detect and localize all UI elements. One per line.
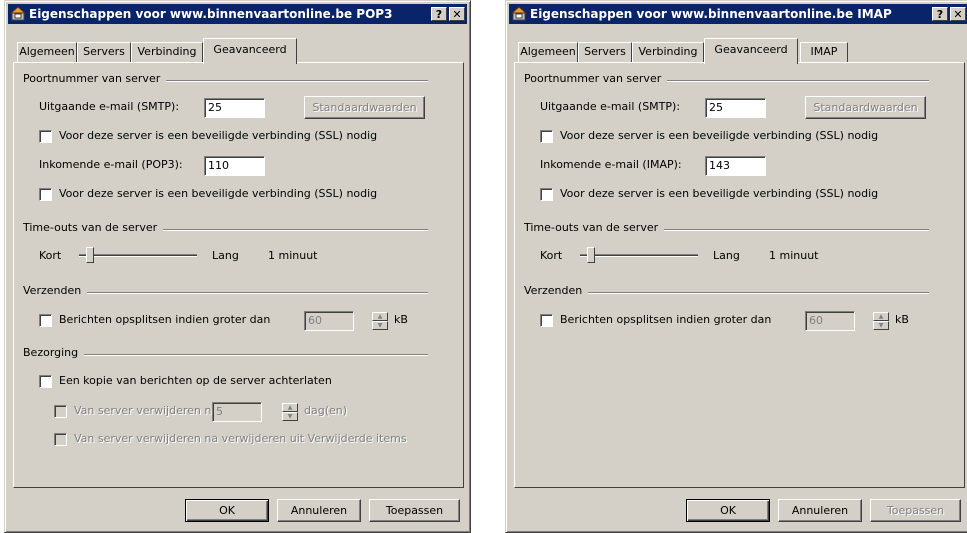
help-icon[interactable]: ? <box>431 7 447 21</box>
tab-servers[interactable]: Servers <box>77 42 131 62</box>
ssl-incoming-checkbox[interactable] <box>540 188 553 201</box>
send-group-label: Verzenden <box>23 284 88 297</box>
tab-verbinding[interactable]: Verbinding <box>131 42 203 62</box>
timeout-group-label: Time-outs van de server <box>23 221 164 234</box>
timeout-group-label: Time-outs van de server <box>524 221 665 234</box>
split-checkbox[interactable] <box>39 314 52 327</box>
ssl-incoming-label: Voor deze server is een beveiligde verbi… <box>59 187 378 200</box>
split-label: Berichten opsplitsen indien groter dan <box>560 313 772 326</box>
port-group-label: Poortnummer van server <box>524 72 668 85</box>
split-size-input[interactable]: 60 <box>805 311 855 331</box>
close-icon[interactable]: ✕ <box>950 7 966 21</box>
title-bar: Eigenschappen voor www.binnenvaartonline… <box>8 4 467 24</box>
timeout-slider-thumb[interactable] <box>86 247 94 263</box>
incoming-port-input[interactable]: 110 <box>204 156 265 176</box>
remove-after-input[interactable]: 5 <box>212 402 262 422</box>
timeout-slider-track <box>580 254 698 257</box>
remove-deleted-checkbox[interactable] <box>54 433 67 446</box>
timeout-short-label: Kort <box>39 249 62 262</box>
ssl-incoming-checkbox[interactable] <box>39 188 52 201</box>
ssl-smtp-label: Voor deze server is een beveiligde verbi… <box>59 129 378 142</box>
imap-properties-dialog: Eigenschappen voor www.binnenvaartonline… <box>505 0 967 533</box>
remove-deleted-label: Van server verwijderen na verwijderen ui… <box>74 432 407 445</box>
apply-button[interactable]: Toepassen <box>870 499 961 522</box>
timeout-long-label: Lang <box>713 249 740 262</box>
timeout-slider-thumb[interactable] <box>587 247 595 263</box>
advanced-panel: Poortnummer van server Uitgaande e-mail … <box>13 62 464 488</box>
ok-button[interactable]: OK <box>686 499 770 522</box>
port-group-label: Poortnummer van server <box>23 72 167 85</box>
remove-after-spinner[interactable]: ▲ ▼ <box>282 403 298 421</box>
timeout-slider-track <box>79 254 197 257</box>
help-icon[interactable]: ? <box>932 7 948 21</box>
split-label: Berichten opsplitsen indien groter dan <box>59 313 271 326</box>
ssl-smtp-label: Voor deze server is een beveiligde verbi… <box>560 129 879 142</box>
incoming-port-label: Inkomende e-mail (IMAP): <box>540 158 682 171</box>
smtp-port-label: Uitgaande e-mail (SMTP): <box>540 100 681 113</box>
tab-servers[interactable]: Servers <box>578 42 632 62</box>
ok-button[interactable]: OK <box>185 499 269 522</box>
split-unit: kB <box>394 313 408 326</box>
tab-geavanceerd[interactable]: Geavanceerd <box>203 38 297 64</box>
remove-after-label: Van server verwijderen na <box>74 404 219 417</box>
delivery-group-label: Bezorging <box>23 346 85 359</box>
close-icon[interactable]: ✕ <box>449 7 465 21</box>
keep-copy-label: Een kopie van berichten op de server ach… <box>59 374 332 387</box>
pop3-properties-dialog: Eigenschappen voor www.binnenvaartonline… <box>4 0 471 533</box>
split-size-spinner[interactable]: ▲ ▼ <box>372 312 388 330</box>
title-bar: Eigenschappen voor www.binnenvaartonline… <box>509 4 967 24</box>
mail-server-icon <box>10 6 26 21</box>
tab-algemeen[interactable]: Algemeen <box>518 42 578 62</box>
smtp-port-label: Uitgaande e-mail (SMTP): <box>39 100 180 113</box>
keep-copy-checkbox[interactable] <box>39 375 52 388</box>
timeout-long-label: Lang <box>212 249 239 262</box>
split-checkbox[interactable] <box>540 314 553 327</box>
split-size-input[interactable]: 60 <box>304 311 354 331</box>
mail-server-icon <box>511 6 527 21</box>
cancel-button[interactable]: Annuleren <box>277 499 361 522</box>
incoming-port-input[interactable]: 143 <box>705 156 766 176</box>
apply-button[interactable]: Toepassen <box>369 499 460 522</box>
timeout-short-label: Kort <box>540 249 563 262</box>
ssl-smtp-checkbox[interactable] <box>540 130 553 143</box>
tab-geavanceerd[interactable]: Geavanceerd <box>704 38 798 64</box>
split-unit: kB <box>895 313 909 326</box>
dialog-title: Eigenschappen voor www.binnenvaartonline… <box>530 7 892 21</box>
ssl-incoming-label: Voor deze server is een beveiligde verbi… <box>560 187 879 200</box>
cancel-button[interactable]: Annuleren <box>778 499 862 522</box>
split-size-spinner[interactable]: ▲ ▼ <box>873 312 889 330</box>
dialog-title: Eigenschappen voor www.binnenvaartonline… <box>29 7 393 21</box>
timeout-value: 1 minuut <box>769 249 819 262</box>
defaults-button[interactable]: Standaardwaarden <box>304 96 425 119</box>
defaults-button[interactable]: Standaardwaarden <box>805 96 926 119</box>
tab-algemeen[interactable]: Algemeen <box>17 42 77 62</box>
remove-after-unit: dag(en) <box>304 404 348 417</box>
smtp-port-input[interactable]: 25 <box>705 98 766 118</box>
send-group-label: Verzenden <box>524 284 589 297</box>
tab-verbinding[interactable]: Verbinding <box>632 42 704 62</box>
ssl-smtp-checkbox[interactable] <box>39 130 52 143</box>
advanced-panel: Poortnummer van server Uitgaande e-mail … <box>514 62 965 488</box>
incoming-port-label: Inkomende e-mail (POP3): <box>39 158 183 171</box>
timeout-value: 1 minuut <box>268 249 318 262</box>
tab-imap[interactable]: IMAP <box>800 42 848 62</box>
smtp-port-input[interactable]: 25 <box>204 98 265 118</box>
remove-after-checkbox[interactable] <box>54 405 67 418</box>
